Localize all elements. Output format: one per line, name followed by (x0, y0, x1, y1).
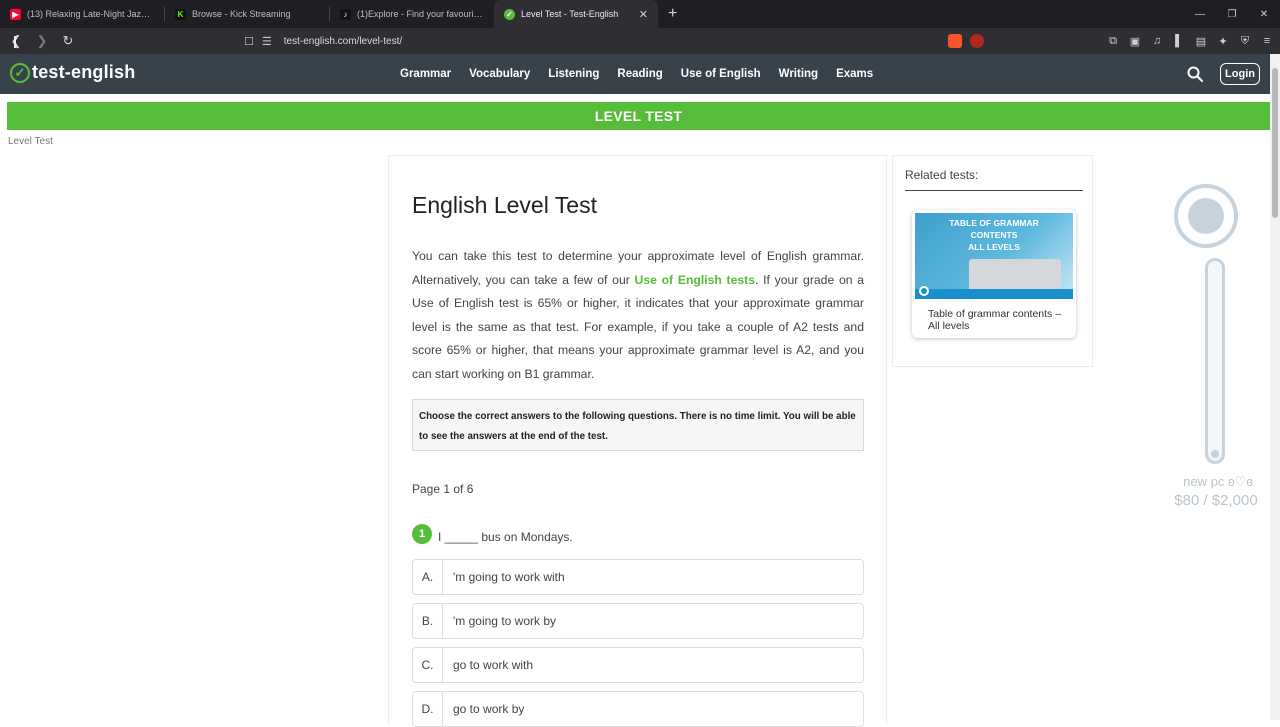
address-bar[interactable]: ☐ ☰ test-english.com/level-test/ (244, 30, 944, 52)
card-thumbnail-caption: TABLE OF GRAMMAR CONTENTS ALL LEVELS (915, 217, 1073, 253)
nav-use-of-english[interactable]: Use of English (681, 68, 761, 80)
extensions-icon[interactable]: ⧉ (1106, 35, 1120, 48)
option-text: go to work by (453, 702, 525, 716)
browser-tab-bar: ▶ (13) Relaxing Late-Night Jazz | Smoke … (0, 0, 1280, 28)
media-icon[interactable]: ♫ (1150, 35, 1164, 47)
tab-title: (13) Relaxing Late-Night Jazz | Smoke (27, 9, 154, 19)
search-icon[interactable] (1187, 66, 1203, 82)
wallet-icon[interactable]: ▤ (1194, 35, 1208, 48)
goal-avatar-icon (1188, 198, 1224, 234)
scrollbar-thumb[interactable] (1272, 68, 1278, 218)
nav-writing[interactable]: Writing (779, 68, 818, 80)
leo-ai-icon[interactable]: ✦ (1216, 35, 1230, 48)
tab-title: Level Test - Test-English (521, 9, 619, 19)
tab-youtube[interactable]: ▶ (13) Relaxing Late-Night Jazz | Smoke (0, 0, 164, 28)
answer-option-b[interactable]: B. 'm going to work by (412, 603, 864, 639)
page-indicator: Page 1 of 6 (412, 482, 474, 496)
goal-amount: $80 / $2,000 (1174, 492, 1258, 509)
tiktok-icon: ♪ (340, 8, 351, 20)
brave-shield-icon[interactable] (948, 34, 962, 48)
browser-toolbar: ❮ ❯ ↻ ☐ ☰ test-english.com/level-test/ ⧉… (0, 28, 1280, 54)
laptop-illustration (969, 259, 1061, 293)
sidebar-icon[interactable]: ▌ (1172, 35, 1186, 47)
option-text: go to work with (453, 658, 534, 672)
sidebar-title: Related tests: (905, 168, 979, 182)
card-title: Table of grammar contents – All levels (928, 308, 1062, 332)
url-text[interactable]: test-english.com/level-test/ (284, 36, 402, 47)
page-title: English Level Test (412, 192, 597, 218)
card-thumbnail: TABLE OF GRAMMAR CONTENTS ALL LEVELS (915, 213, 1073, 299)
answer-option-a[interactable]: A. 'm going to work with (412, 559, 864, 595)
site-logo[interactable]: ✓ test-english (10, 62, 135, 83)
question-text: I _____ bus on Mondays. (438, 530, 573, 544)
instructions-box: Choose the correct answers to the follow… (412, 399, 864, 451)
nav-grammar[interactable]: Grammar (400, 68, 451, 80)
window-controls: — ❐ ✕ (1184, 0, 1280, 28)
thumbnail-line: CONTENTS (970, 230, 1018, 240)
new-tab-button[interactable]: + (658, 5, 687, 23)
kick-icon: K (175, 8, 186, 20)
minimize-icon[interactable]: — (1184, 0, 1216, 28)
goal-progress-fill (1211, 450, 1219, 458)
page-scrollbar[interactable] (1270, 54, 1280, 720)
tab-kick[interactable]: K Browse - Kick Streaming (165, 0, 329, 28)
thumbnail-line: TABLE OF GRAMMAR (949, 218, 1039, 228)
forward-icon[interactable]: ❯ (32, 31, 52, 51)
option-letter: C. (413, 648, 443, 682)
main-nav: Grammar Vocabulary Listening Reading Use… (400, 54, 873, 94)
option-letter: B. (413, 604, 443, 638)
use-of-english-link[interactable]: Use of English tests (635, 273, 756, 287)
answer-option-d[interactable]: D. go to work by (412, 691, 864, 727)
vpn-icon[interactable]: ⛨ (1238, 35, 1252, 48)
reload-icon[interactable]: ↻ (58, 31, 78, 51)
close-window-icon[interactable]: ✕ (1248, 0, 1280, 28)
page-banner: LEVEL TEST (7, 102, 1270, 130)
logo-text: test-english (32, 62, 136, 82)
question-number-badge: 1 (412, 524, 432, 544)
intro-text-continued: . If your grade on a Use of English test… (412, 272, 865, 381)
check-icon: ✓ (504, 8, 515, 20)
logo-check-icon: ✓ (10, 62, 30, 83)
close-tab-icon[interactable]: ✕ (639, 8, 648, 21)
tab-tiktok[interactable]: ♪ (1)Explore - Find your favourite video… (330, 0, 494, 28)
brave-rewards-icon[interactable] (970, 34, 984, 48)
sidebar-divider (905, 190, 1083, 191)
option-letter: A. (413, 560, 443, 594)
tab-title: (1)Explore - Find your favourite videos (357, 9, 484, 19)
brave-shields (948, 32, 984, 50)
bookmark-icon[interactable]: ☐ (244, 35, 254, 48)
related-tests-sidebar: Related tests: TABLE OF GRAMMAR CONTENTS… (892, 155, 1093, 367)
tab-title: Browse - Kick Streaming (192, 9, 291, 19)
site-header: ✓ test-english Grammar Vocabulary Listen… (0, 54, 1270, 94)
related-test-card[interactable]: TABLE OF GRAMMAR CONTENTS ALL LEVELS Tab… (912, 210, 1076, 338)
nav-exams[interactable]: Exams (836, 68, 873, 80)
menu-icon[interactable]: ≡ (1260, 35, 1274, 47)
extension-icons: ⧉ ▣ ♫ ▌ ▤ ✦ ⛨ ≡ (1106, 32, 1274, 50)
breadcrumb[interactable]: Level Test (8, 136, 53, 147)
youtube-icon: ▶ (10, 8, 21, 20)
restore-icon[interactable]: ❐ (1216, 0, 1248, 28)
option-text: 'm going to work by (453, 614, 557, 628)
answer-option-c[interactable]: C. go to work with (412, 647, 864, 683)
donation-goal-widget: new pc ʚ♡ɞ $80 / $2,000 (1168, 180, 1264, 520)
thumbnail-footer-bar (915, 289, 1073, 299)
option-letter: D. (413, 692, 443, 726)
goal-name: new pc ʚ♡ɞ (1183, 474, 1253, 489)
goal-progress-tube (1205, 258, 1225, 464)
login-button[interactable]: Login (1220, 63, 1260, 85)
main-content: English Level Test You can take this tes… (388, 155, 887, 727)
option-text: 'm going to work with (453, 570, 565, 584)
nav-vocabulary[interactable]: Vocabulary (469, 68, 530, 80)
screenshot-icon[interactable]: ▣ (1128, 35, 1142, 48)
thumbnail-dot-icon (919, 286, 929, 296)
intro-paragraph: You can take this test to determine your… (412, 245, 864, 386)
mouse-cursor (14, 36, 22, 48)
thumbnail-line: ALL LEVELS (968, 242, 1020, 252)
nav-reading[interactable]: Reading (617, 68, 662, 80)
nav-listening[interactable]: Listening (548, 68, 599, 80)
tab-level-test[interactable]: ✓ Level Test - Test-English ✕ (494, 0, 658, 28)
site-info-icon[interactable]: ☰ (262, 35, 272, 48)
